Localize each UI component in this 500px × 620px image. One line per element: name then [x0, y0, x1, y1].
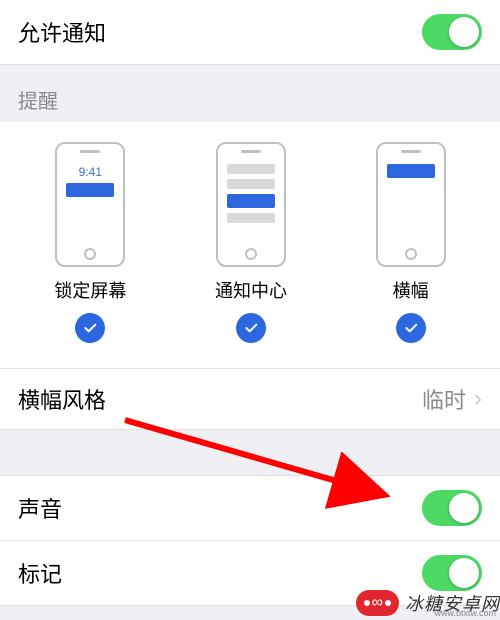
sounds-label: 声音: [18, 492, 62, 524]
allow-notifications-label: 允许通知: [18, 16, 106, 48]
lockscreen-label: 锁定屏幕: [54, 277, 126, 303]
banner-style-row[interactable]: 横幅风格 临时 ›: [0, 369, 500, 430]
section-gap: [0, 430, 500, 475]
banners-check-icon: [396, 313, 426, 343]
allow-notifications-row: 允许通知: [0, 0, 500, 65]
watermark-url: www.btxtw.com: [434, 608, 496, 618]
banner-style-value: 临时: [422, 383, 466, 415]
badges-label: 标记: [18, 557, 62, 589]
sounds-row: 声音: [0, 475, 500, 541]
watermark-badge-icon: ∞: [356, 590, 399, 616]
watermark: ∞ 冰糖安卓网 www.btxtw.com: [356, 590, 500, 616]
notification-center-check-icon: [236, 313, 266, 343]
alert-style-banners[interactable]: 横幅: [376, 142, 446, 343]
lockscreen-preview-icon: 9:41: [55, 142, 125, 267]
alert-style-lockscreen[interactable]: 9:41 锁定屏幕: [54, 142, 126, 343]
chevron-right-icon: ›: [474, 385, 482, 413]
notification-center-preview-icon: [216, 142, 286, 267]
banners-preview-icon: [376, 142, 446, 267]
lockscreen-check-icon: [75, 313, 105, 343]
banner-style-label: 横幅风格: [18, 383, 106, 415]
alerts-section-header: 提醒: [0, 65, 500, 122]
banners-label: 横幅: [393, 277, 429, 303]
lockscreen-time: 9:41: [79, 165, 102, 179]
alert-style-notification-center[interactable]: 通知中心: [215, 142, 287, 343]
badges-toggle[interactable]: [422, 555, 482, 591]
allow-notifications-toggle[interactable]: [422, 14, 482, 50]
notification-center-label: 通知中心: [215, 277, 287, 303]
sounds-toggle[interactable]: [422, 490, 482, 526]
alerts-panel: 9:41 锁定屏幕 通知中心: [0, 122, 500, 369]
